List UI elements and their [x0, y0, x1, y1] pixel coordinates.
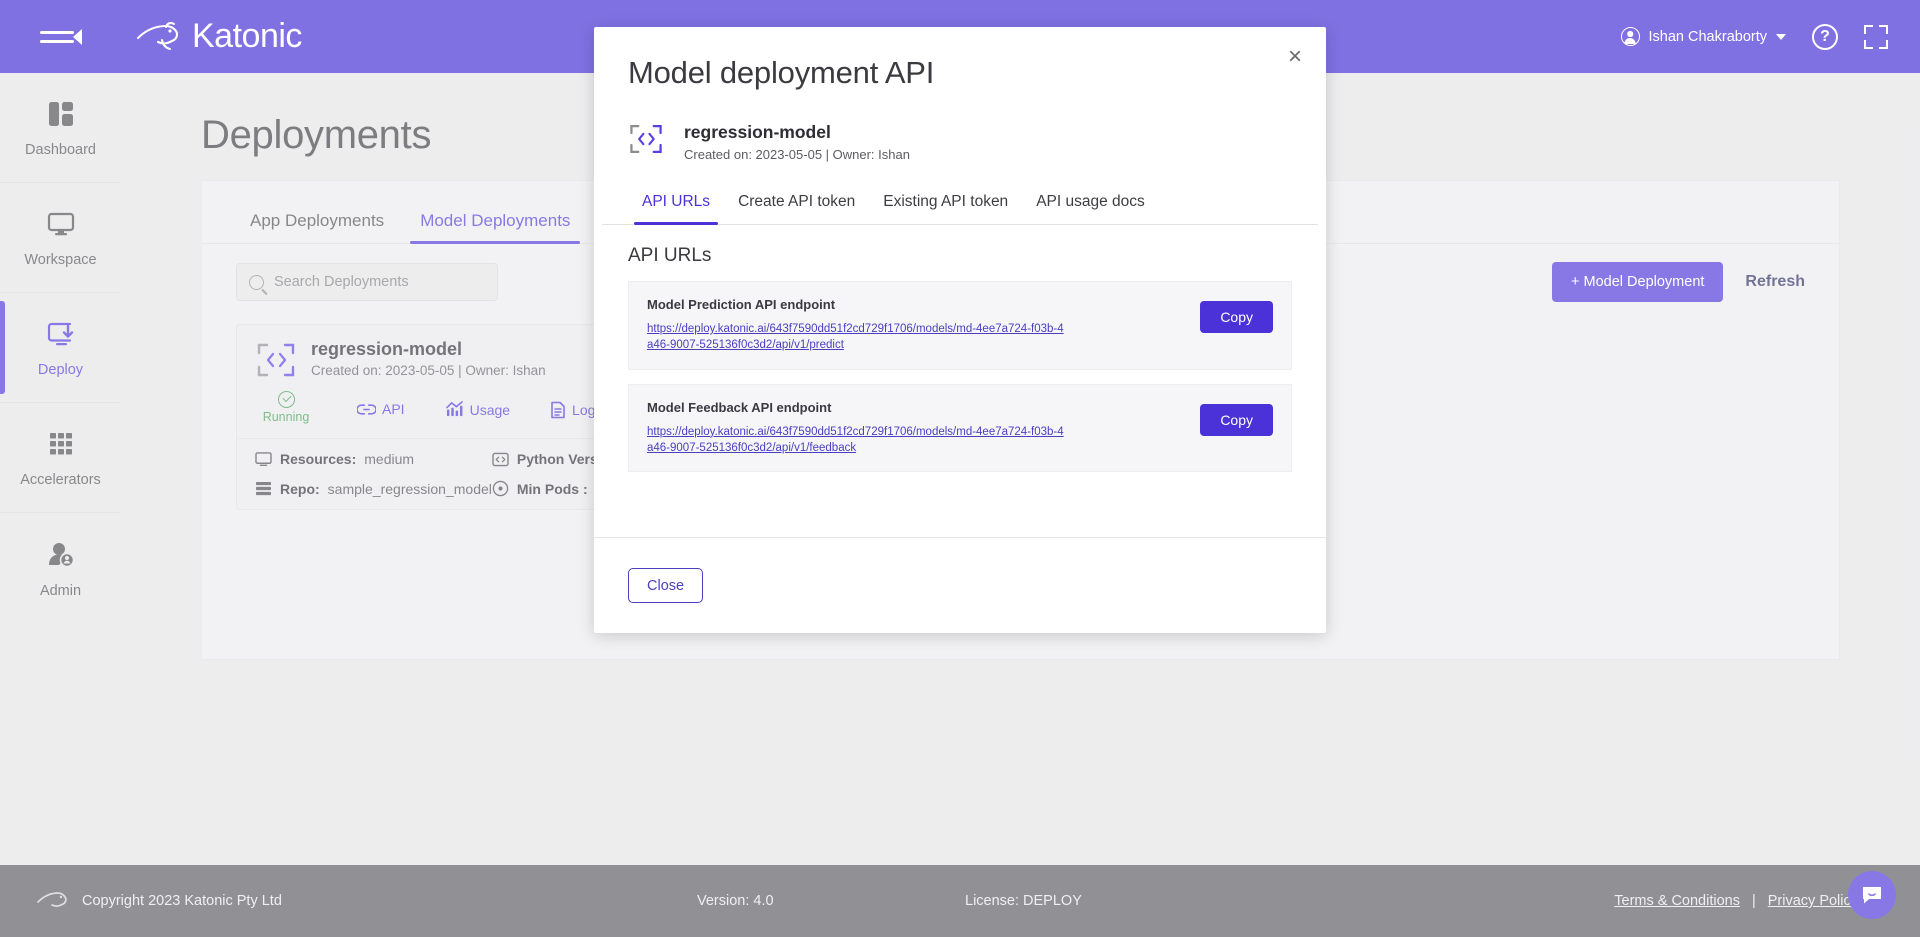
code-icon [628, 121, 670, 163]
tab-create-api-token[interactable]: Create API token [724, 185, 869, 224]
modal-title: Model deployment API [628, 55, 935, 90]
modal-header: Model deployment API × [594, 27, 1326, 91]
modal-tabs: API URLs Create API token Existing API t… [602, 163, 1318, 225]
modal-model-name: regression-model [684, 122, 831, 142]
tab-api-urls[interactable]: API URLs [628, 185, 724, 225]
modal-footer: Close [594, 537, 1326, 633]
modal-model-titles: regression-model Created on: 2023-05-05 … [684, 122, 910, 162]
prediction-endpoint-label: Model Prediction API endpoint [647, 297, 836, 312]
feedback-endpoint-url[interactable]: https://deploy.katonic.ai/643f7590dd51f2… [647, 425, 1067, 457]
copy-feedback-url-button[interactable]: Copy [1200, 403, 1273, 436]
section-title: API URLs [628, 245, 712, 266]
feedback-endpoint-label: Model Feedback API endpoint [647, 399, 832, 415]
copy-prediction-url-button[interactable]: Copy [1200, 301, 1273, 333]
modal-body: API URLs Model Prediction API endpoint h… [594, 225, 1326, 473]
application-root: Katonic Ishan Chakraborty ? Dashboard Wo… [0, 0, 1920, 937]
prediction-endpoint-info: Model Prediction API endpoint https://de… [647, 297, 1200, 354]
prediction-endpoint-url[interactable]: https://deploy.katonic.ai/643f7590dd51f2… [647, 322, 1067, 354]
close-icon[interactable]: × [1288, 45, 1302, 69]
prediction-endpoint-row: Model Prediction API endpoint https://de… [628, 281, 1292, 370]
tab-existing-api-token[interactable]: Existing API token [869, 185, 1022, 224]
close-button[interactable]: Close [628, 568, 704, 603]
modal-model-info: regression-model Created on: 2023-05-05 … [594, 91, 1326, 163]
feedback-endpoint-row: Model Feedback API endpoint https://depl… [628, 383, 1292, 473]
model-deployment-api-modal: Model deployment API × regression-model … [594, 27, 1326, 633]
modal-model-subtitle: Created on: 2023-05-05 | Owner: Ishan [684, 147, 910, 162]
tab-api-usage-docs[interactable]: API usage docs [1022, 185, 1159, 224]
feedback-endpoint-info: Model Feedback API endpoint https://depl… [647, 400, 1200, 457]
